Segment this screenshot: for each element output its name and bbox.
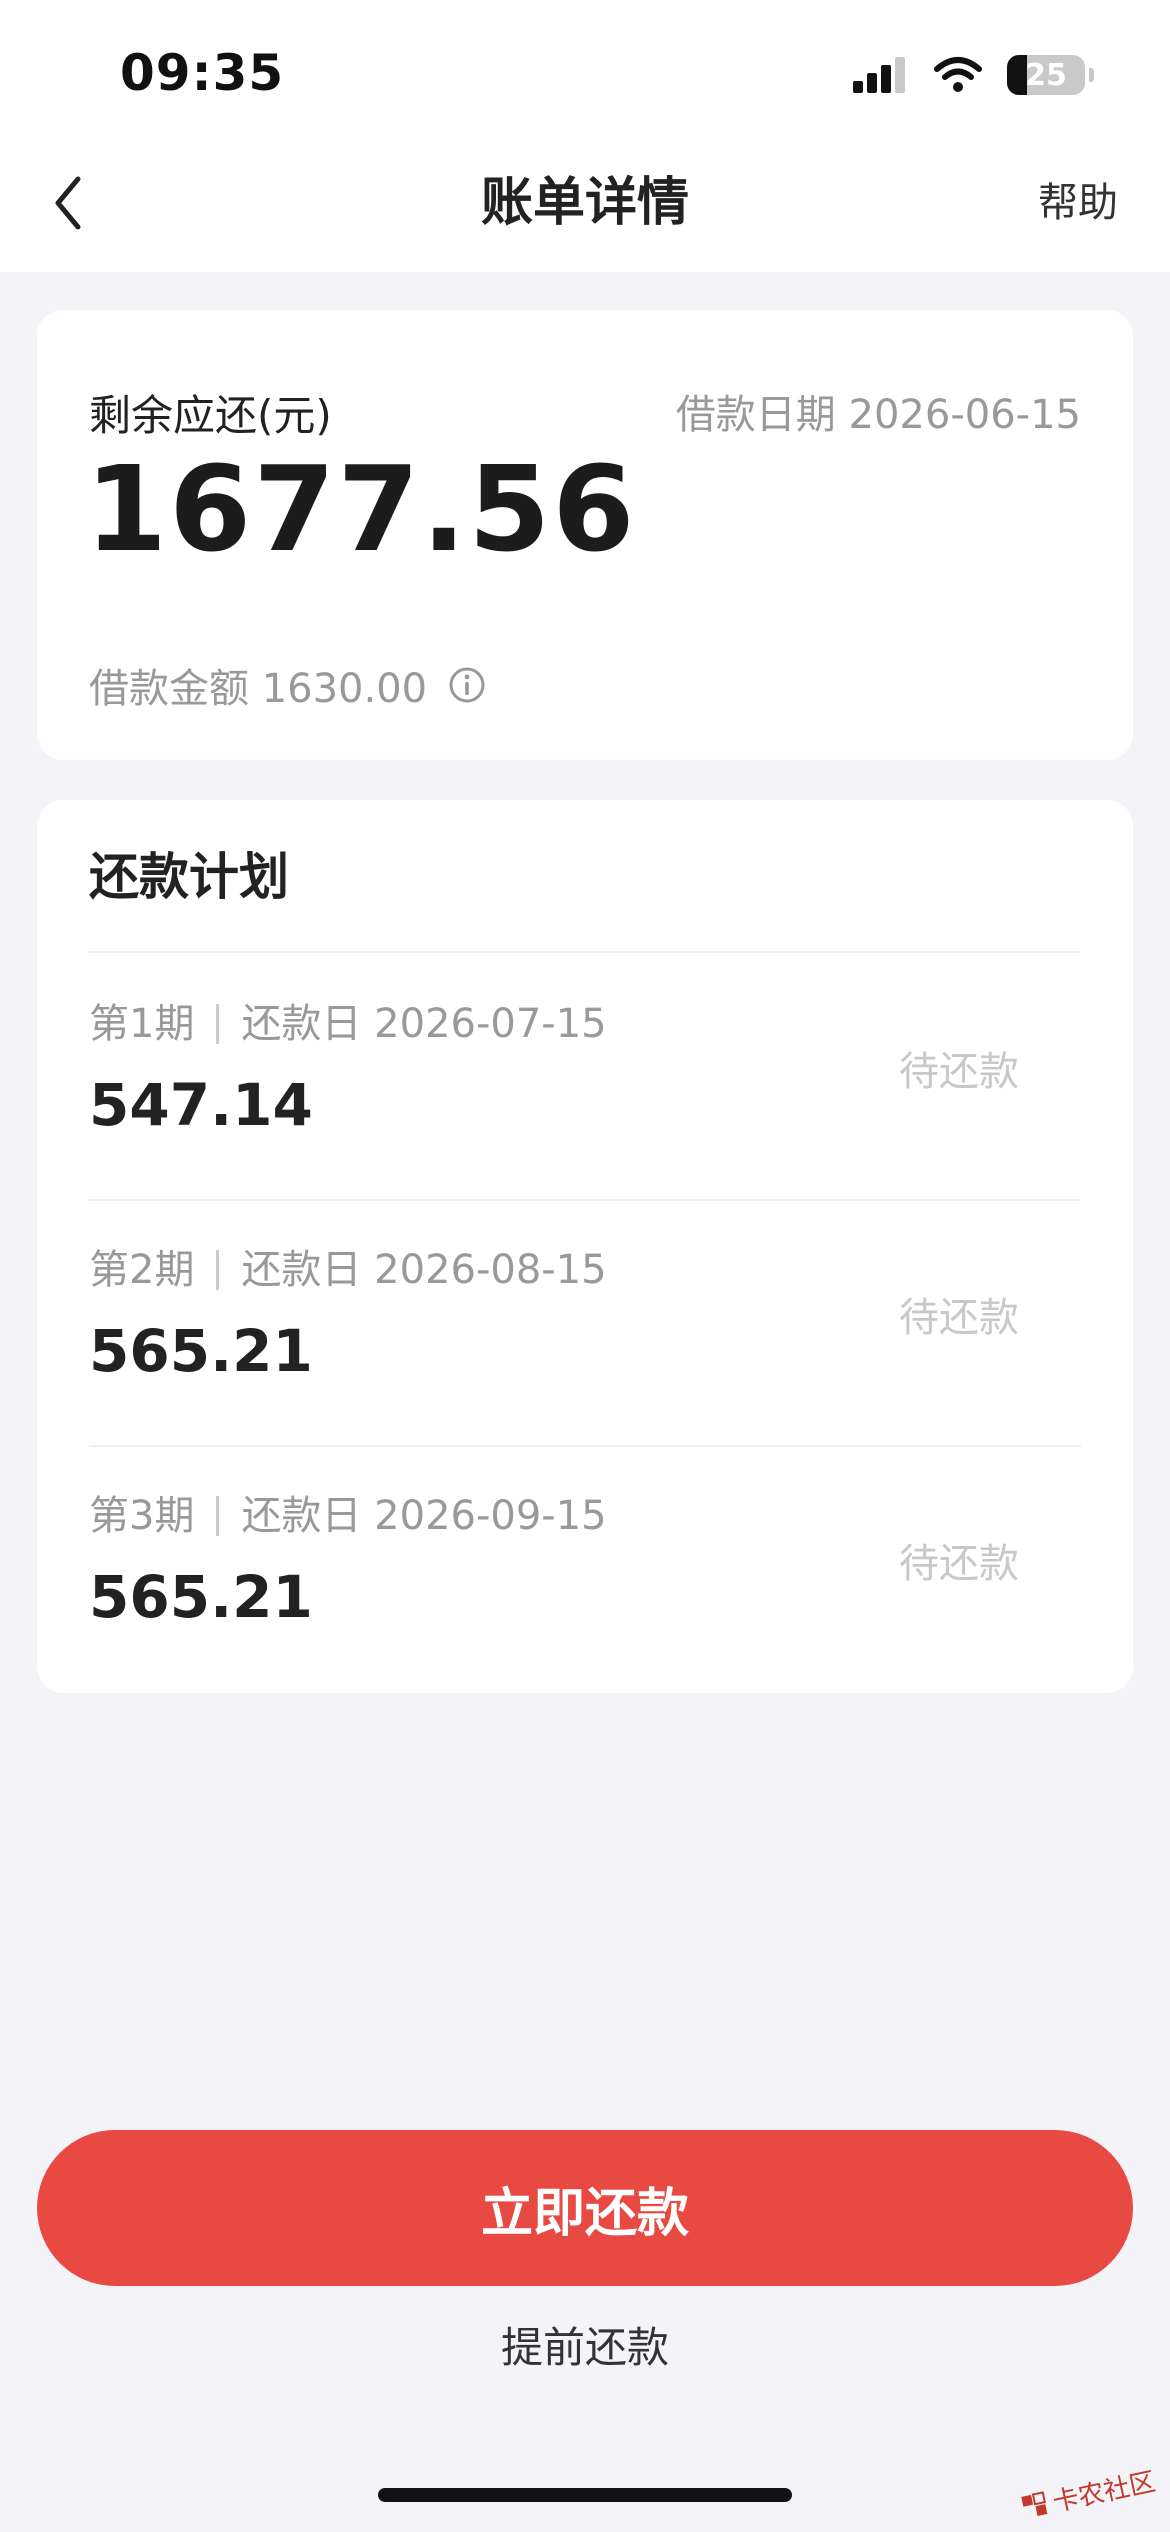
plan-item-3[interactable]: 第3期 还款日 2026-09-15 565.21 待还款 <box>89 1445 1081 1691</box>
loan-amount-row: 借款金额 1630.00 <box>89 656 487 714</box>
watermark: 卡农社区 <box>1018 2461 1159 2525</box>
info-icon[interactable] <box>447 665 487 705</box>
battery-fill <box>1007 55 1027 95</box>
summary-card: 剩余应还(元) 借款日期 2026-06-15 1677.56 借款金额 163… <box>37 310 1133 760</box>
battery-group: 25 <box>1007 55 1094 95</box>
remaining-label: 剩余应还(元) <box>89 391 332 440</box>
loan-date: 借款日期 2026-06-15 <box>675 392 1081 438</box>
repayment-plan-card: 还款计划 第1期 还款日 2026-07-15 547.14 待还款 第2期 还… <box>37 800 1133 1693</box>
battery-cap <box>1089 68 1094 82</box>
plan-item-2[interactable]: 第2期 还款日 2026-08-15 565.21 待还款 <box>89 1199 1081 1447</box>
pay-now-button[interactable]: 立即还款 <box>37 2130 1133 2286</box>
plan-item-status: 待还款 <box>899 1295 1019 1341</box>
plan-item-meta: 第1期 还款日 2026-07-15 <box>89 997 607 1051</box>
plan-item-amount: 547.14 <box>89 1071 313 1139</box>
page-title: 账单详情 <box>480 173 689 233</box>
wifi-icon <box>934 57 982 92</box>
plan-item-period: 第1期 <box>89 1001 195 1047</box>
separator <box>216 1496 220 1536</box>
watermark-text: 卡农社区 <box>1050 2467 1159 2519</box>
plan-item-meta: 第3期 还款日 2026-09-15 <box>89 1489 607 1543</box>
plan-item-due-date: 还款日 2026-07-15 <box>241 1001 607 1047</box>
plan-item-amount: 565.21 <box>89 1563 313 1631</box>
remaining-amount: 1677.56 <box>85 440 637 578</box>
battery-level: 25 <box>1025 57 1067 93</box>
chevron-left-icon <box>55 176 81 230</box>
plan-item-status: 待还款 <box>899 1049 1019 1095</box>
status-time: 09:35 <box>120 44 285 102</box>
plan-item-period: 第3期 <box>89 1493 195 1539</box>
prepay-link[interactable]: 提前还款 <box>0 2318 1170 2378</box>
status-icons: 25 <box>853 52 1094 98</box>
battery-icon: 25 <box>1007 55 1085 95</box>
plan-item-due-date: 还款日 2026-09-15 <box>241 1493 607 1539</box>
plan-item-status: 待还款 <box>899 1541 1019 1587</box>
plan-item-meta: 第2期 还款日 2026-08-15 <box>89 1243 607 1297</box>
back-button[interactable] <box>38 168 98 238</box>
home-indicator <box>378 2488 792 2502</box>
plan-item-amount: 565.21 <box>89 1317 313 1385</box>
loan-amount: 借款金额 1630.00 <box>89 666 428 712</box>
watermark-logo-icon <box>1021 2490 1048 2516</box>
help-button[interactable]: 帮助 <box>1038 168 1118 238</box>
plan-item-period: 第2期 <box>89 1247 195 1293</box>
plan-item-1[interactable]: 第1期 还款日 2026-07-15 547.14 待还款 <box>89 953 1081 1201</box>
cellular-signal-icon <box>853 57 905 93</box>
plan-title: 还款计划 <box>89 848 289 906</box>
separator <box>216 1250 220 1290</box>
plan-item-due-date: 还款日 2026-08-15 <box>241 1247 607 1293</box>
separator <box>216 1004 220 1044</box>
header-area: 09:35 25 账单详情 帮助 <box>0 0 1170 272</box>
